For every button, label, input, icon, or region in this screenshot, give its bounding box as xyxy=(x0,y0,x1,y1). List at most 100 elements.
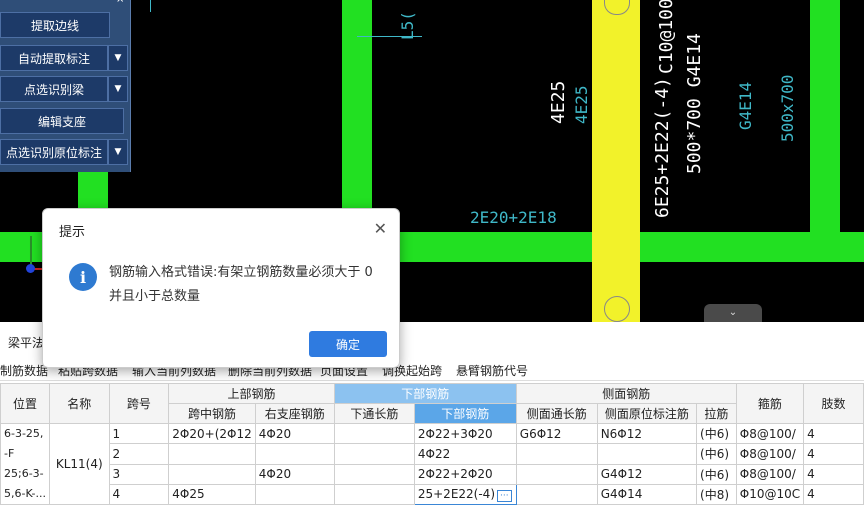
legs-cell[interactable]: 4 xyxy=(803,422,864,445)
mid-cell[interactable] xyxy=(168,463,256,485)
through-cell[interactable] xyxy=(333,443,415,465)
right-cell[interactable] xyxy=(254,483,335,506)
toolbar-item[interactable]: 制筋数据 xyxy=(0,362,48,379)
error-dialog: 提示 ✕ i 钢筋输入格式错误:有架立钢筋数量必须大于 0 并且小于总数量 确定 xyxy=(42,208,400,368)
group-top-rebar: 上部钢筋 xyxy=(168,383,335,404)
chevron-down-icon[interactable]: ▼ xyxy=(108,45,128,71)
close-icon[interactable]: ✕ xyxy=(374,219,387,238)
through-cell[interactable] xyxy=(333,463,415,485)
side-through-cell[interactable]: G6Φ12 xyxy=(515,422,598,445)
legs-cell[interactable]: 4 xyxy=(803,483,864,506)
tie-cell[interactable]: (中6) xyxy=(696,443,737,465)
info-icon: i xyxy=(69,263,97,291)
panel-title: 梁平法 xyxy=(8,336,45,350)
column-marker-bottom xyxy=(604,296,630,322)
edit-support-button[interactable]: 编辑支座 xyxy=(0,108,124,134)
dialog-title: 提示 xyxy=(59,225,86,240)
header-span[interactable]: 跨号 xyxy=(108,383,170,424)
pick-original-label-button[interactable]: 点选识别原位标注 xyxy=(0,139,108,165)
position-line: 6-3-25, xyxy=(4,427,44,440)
legs-cell[interactable]: 4 xyxy=(803,443,864,465)
side-orig-cell[interactable] xyxy=(596,443,698,465)
header-legs[interactable]: 肢数 xyxy=(803,383,864,424)
through-cell[interactable] xyxy=(333,483,415,506)
dim-line-2 xyxy=(150,0,151,12)
bottom-cell-input[interactable]: 25+2E22(-4) xyxy=(418,487,495,501)
table-row[interactable]: 3 4Φ20 2Φ22+2Φ20 G4Φ12 (中6) Φ8@100/ 4 xyxy=(1,463,864,485)
label-bottom-rebar: 2E20+2E18 xyxy=(470,208,557,227)
more-options-icon[interactable]: ··· xyxy=(497,489,512,502)
collapse-tab[interactable]: ⌄ xyxy=(704,304,762,322)
extract-edge-button[interactable]: 提取边线 xyxy=(0,12,110,38)
table-row[interactable]: 4 4Φ25 25+2E22(-4) ··· G4Φ14 (中8) Φ10@10C… xyxy=(1,483,864,506)
mid-cell[interactable] xyxy=(168,443,256,465)
label-stirrup: C10@100(4) xyxy=(656,0,677,74)
table-row[interactable]: 6-3-25, -F 25;6-3- 5,6-K-... KL11(4) 1 2… xyxy=(0,422,864,505)
stirrup-cell[interactable]: Φ8@100/ xyxy=(735,443,805,465)
beam-vertical-right xyxy=(810,0,840,240)
bottom-cell[interactable]: 2Φ22+2Φ20 xyxy=(413,463,517,485)
toolbar-item[interactable]: 悬臂钢筋代号 xyxy=(456,362,528,379)
chevron-down-icon[interactable]: ▼ xyxy=(108,76,128,102)
mid-cell[interactable]: 2Φ20+(2Φ12 xyxy=(168,422,256,445)
position-line: 5,6-K-... xyxy=(4,487,46,500)
header-name[interactable]: 名称 xyxy=(48,383,110,424)
side-orig-cell[interactable]: G4Φ14 xyxy=(596,483,698,506)
table-row[interactable]: 2 4Φ22 (中6) Φ8@100/ 4 xyxy=(1,443,864,465)
header-bottom-rebar[interactable]: 下部钢筋 xyxy=(413,403,517,424)
tie-cell[interactable]: (中6) xyxy=(696,463,737,485)
header-tie[interactable]: 拉筋 xyxy=(696,403,737,424)
ok-button[interactable]: 确定 xyxy=(309,331,387,357)
side-through-cell[interactable] xyxy=(515,483,598,506)
label-section: 500x700 xyxy=(778,74,797,142)
header-side-original[interactable]: 侧面原位标注筋 xyxy=(596,403,698,424)
through-cell[interactable] xyxy=(333,422,415,445)
header-mid-span[interactable]: 跨中钢筋 xyxy=(168,403,256,424)
label-g4: G4E14 xyxy=(736,81,755,130)
stirrup-cell[interactable]: Φ8@100/ xyxy=(735,422,805,445)
label-4e25: 4E25 xyxy=(548,80,569,124)
bottom-cell[interactable]: 4Φ22 xyxy=(413,443,517,465)
label-l5: L5( xyxy=(398,11,417,40)
tie-cell[interactable]: (中8) xyxy=(696,483,737,506)
side-through-cell[interactable] xyxy=(515,463,598,485)
span-cell[interactable]: 3 xyxy=(108,463,170,485)
pick-beam-button[interactable]: 点选识别梁 xyxy=(0,76,108,102)
span-cell[interactable]: 4 xyxy=(108,483,170,506)
label-long-rebar: 6E25+2E22(-4) xyxy=(652,77,673,218)
side-orig-cell[interactable]: G4Φ12 xyxy=(596,463,698,485)
chevron-down-icon[interactable]: ▼ xyxy=(108,139,128,165)
position-cell[interactable]: 6-3-25, -F 25;6-3- 5,6-K-... xyxy=(0,423,50,505)
group-bottom-rebar: 下部钢筋 xyxy=(333,383,517,404)
group-side-rebar: 侧面钢筋 xyxy=(515,383,737,404)
header-right-support[interactable]: 右支座钢筋 xyxy=(254,403,335,424)
span-cell[interactable]: 2 xyxy=(108,443,170,465)
panel-close-icon[interactable]: × xyxy=(116,0,130,6)
right-cell[interactable] xyxy=(254,443,335,465)
header-position[interactable]: 位置 xyxy=(0,383,50,424)
header-stirrup[interactable]: 箍筋 xyxy=(735,383,805,424)
header-side-through[interactable]: 侧面通长筋 xyxy=(515,403,598,424)
header-through[interactable]: 下通长筋 xyxy=(333,403,415,424)
axis-origin-icon xyxy=(26,264,35,273)
bottom-cell-editing[interactable]: 25+2E22(-4) ··· xyxy=(413,483,517,506)
span-cell[interactable]: 1 xyxy=(108,422,170,445)
label-section-spec: 500*700 G4E14 xyxy=(684,33,705,174)
side-through-cell[interactable] xyxy=(515,443,598,465)
stirrup-cell[interactable]: Φ8@100/ xyxy=(735,463,805,485)
mid-cell[interactable]: 4Φ25 xyxy=(168,483,256,506)
name-cell[interactable]: KL11(4) xyxy=(48,423,110,505)
position-line: -F xyxy=(4,447,15,460)
position-line: 25;6-3- xyxy=(4,467,44,480)
tie-cell[interactable]: (中6) xyxy=(696,422,737,445)
dialog-message: 钢筋输入格式错误:有架立钢筋数量必须大于 0 并且小于总数量 xyxy=(109,265,373,304)
stirrup-cell[interactable]: Φ10@10C xyxy=(735,483,805,506)
recognition-tool-panel: × 提取边线 自动提取标注 ▼ 点选识别梁 ▼ 编辑支座 点选识别原位标注 ▼ xyxy=(0,0,131,172)
bottom-cell[interactable]: 2Φ22+3Φ20 xyxy=(413,422,517,445)
right-cell[interactable]: 4Φ20 xyxy=(254,463,335,485)
right-cell[interactable]: 4Φ20 xyxy=(254,422,335,445)
legs-cell[interactable]: 4 xyxy=(803,463,864,485)
side-orig-cell[interactable]: N6Φ12 xyxy=(596,422,698,445)
column-yellow xyxy=(592,0,640,322)
auto-extract-label-button[interactable]: 自动提取标注 xyxy=(0,45,108,71)
